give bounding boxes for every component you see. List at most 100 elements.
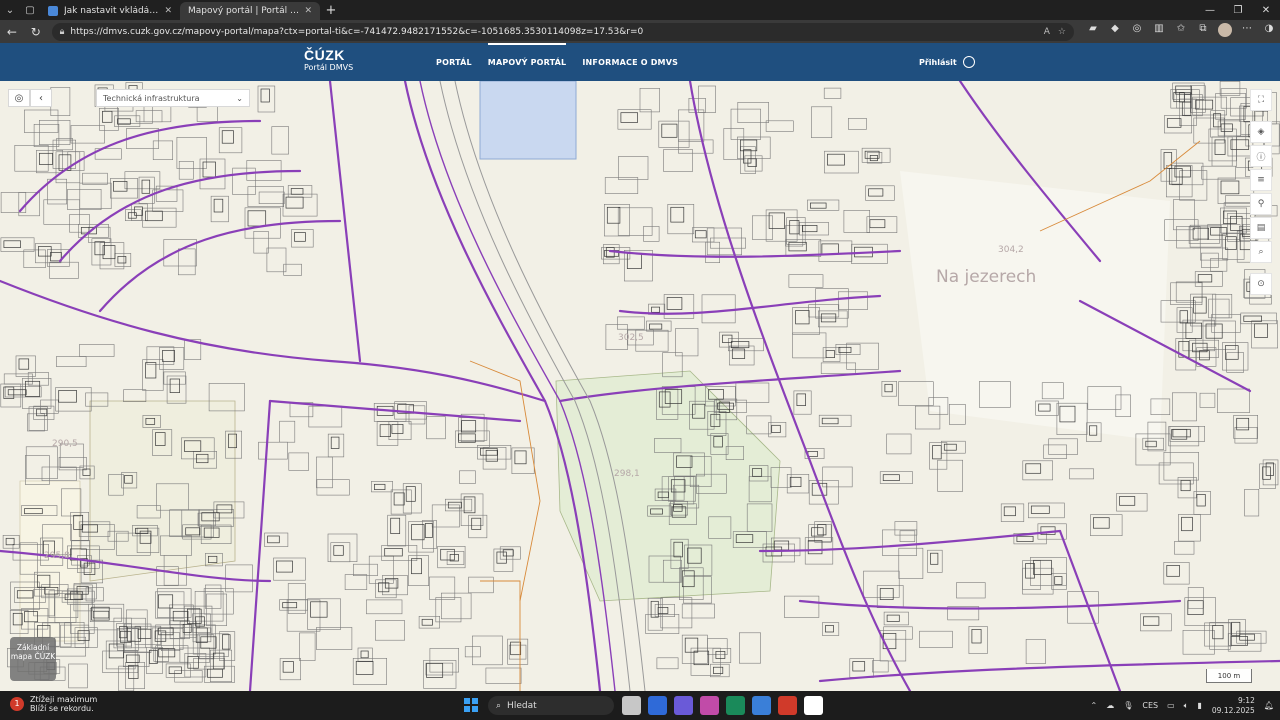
parcel	[663, 149, 693, 172]
collections-icon[interactable]: ⧉	[1192, 23, 1214, 40]
parcel	[618, 156, 649, 180]
chevron-up-icon[interactable]: ⌃	[1091, 701, 1098, 710]
login-button[interactable]: Přihlásit	[919, 43, 975, 81]
more-menu-icon[interactable]: ⋯	[1236, 23, 1258, 40]
parcel	[1048, 438, 1078, 455]
login-label: Přihlásit	[919, 57, 957, 67]
parcel	[316, 627, 353, 650]
building	[471, 517, 482, 530]
layers-icon[interactable]: ◈	[1250, 121, 1272, 143]
building	[1003, 506, 1016, 517]
parcel	[646, 320, 672, 332]
building	[355, 660, 374, 675]
building	[496, 551, 507, 564]
notifications-icon[interactable]: 🔔︎	[1264, 701, 1274, 710]
parcel	[1236, 630, 1267, 644]
building	[694, 230, 707, 239]
browser-tab-2[interactable]: Mapový portál | Portál DMVS (ČÚ ✕	[180, 2, 320, 20]
minimize-icon[interactable]: —	[1196, 5, 1224, 16]
teams-icon[interactable]	[674, 696, 693, 715]
clock[interactable]: 9:12 09.12.2025	[1212, 696, 1255, 716]
extension-icon[interactable]: ▰	[1082, 23, 1104, 40]
favorites-icon[interactable]: ✩	[1170, 23, 1192, 40]
battery-icon[interactable]: ▮	[1197, 701, 1201, 710]
building	[1220, 123, 1233, 132]
favorite-star-icon[interactable]: ☆	[1058, 27, 1066, 37]
building	[58, 390, 77, 403]
building	[930, 552, 939, 565]
tab-2-close-icon[interactable]: ✕	[304, 6, 312, 16]
app-icon[interactable]	[752, 696, 771, 715]
current-location-icon[interactable]: ⊙	[1250, 273, 1272, 295]
copilot-icon[interactable]: ◑	[1258, 23, 1280, 40]
address-bar[interactable]: 🔒︎ https://dmvs.cuzk.gov.cz/mapovy-porta…	[51, 22, 1074, 41]
tab-1-close-icon[interactable]: ✕	[164, 6, 172, 16]
back-icon[interactable]: ←	[0, 25, 24, 39]
building	[128, 664, 139, 679]
edge-icon[interactable]	[726, 696, 745, 715]
building	[1181, 516, 1193, 532]
parcel	[352, 657, 388, 685]
legend-icon[interactable]: ≡	[1250, 169, 1272, 191]
nav-portal[interactable]: PORTÁL	[436, 43, 472, 81]
extensions-puzzle-icon[interactable]: ◆	[1104, 23, 1126, 40]
building	[666, 297, 683, 310]
parcel	[1172, 392, 1197, 422]
app-icon[interactable]	[700, 696, 719, 715]
parcel	[353, 563, 378, 577]
onedrive-icon[interactable]: ☁	[1106, 701, 1114, 710]
language-indicator[interactable]: CES	[1142, 701, 1158, 710]
browser-essentials-icon[interactable]: ◎	[1126, 23, 1148, 40]
map-right-toolbar: ⛶ ◈ ⓘ ≡ ⚲ ▤ ⌕ ⊙	[1250, 89, 1272, 297]
parcel	[807, 199, 840, 211]
building	[852, 661, 866, 672]
parcel	[22, 377, 52, 409]
network-icon[interactable]: ▭	[1167, 701, 1175, 710]
google-icon[interactable]	[804, 696, 823, 715]
nav-mapovy-portal[interactable]: MAPOVÝ PORTÁL	[487, 43, 567, 81]
read-aloud-icon[interactable]: A	[1044, 27, 1050, 37]
parcel	[643, 226, 660, 242]
building	[310, 601, 328, 618]
outlook-icon[interactable]	[648, 696, 667, 715]
browser-tab-1[interactable]: Jak nastavit vkládání vektorových ✕	[40, 2, 180, 20]
basemap-switch-button[interactable]: Základní mapa ČÚZK	[10, 637, 56, 681]
maximize-icon[interactable]: ❐	[1224, 5, 1252, 16]
parcel	[783, 595, 820, 618]
taskbar-search[interactable]: ⌕ Hledat	[488, 696, 614, 715]
refresh-icon[interactable]: ↻	[24, 25, 48, 39]
cuzk-logo[interactable]: ČÚZK Portál DMVS	[304, 48, 364, 76]
locate-icon[interactable]: ◎	[8, 89, 30, 107]
parcel	[822, 622, 840, 636]
weather-widget[interactable]: 1 Ztížeji maximum Blíží se rekordu.	[10, 695, 97, 713]
parcel	[446, 551, 465, 565]
profile-avatar[interactable]	[1214, 23, 1236, 40]
parcel	[730, 108, 761, 140]
building	[795, 310, 810, 325]
fullscreen-icon[interactable]: ⛶	[1250, 89, 1272, 111]
task-view-icon[interactable]	[622, 696, 641, 715]
close-window-icon[interactable]: ✕	[1252, 5, 1280, 16]
building	[713, 666, 724, 674]
microphone-icon[interactable]: 🎙︎	[1123, 701, 1133, 710]
search-map-icon[interactable]: ⌕	[1250, 241, 1272, 263]
workspaces-icon[interactable]: ▢	[20, 0, 40, 20]
parcel	[426, 416, 446, 440]
table-icon[interactable]: ▤	[1250, 217, 1272, 239]
new-tab-button[interactable]: +	[320, 3, 342, 18]
nav-informace[interactable]: INFORMACE O DMVS	[582, 43, 678, 81]
location-pin-icon[interactable]: ⚲	[1250, 193, 1272, 215]
collapse-panel-icon[interactable]: ‹	[30, 89, 52, 107]
windows-start-icon[interactable]	[464, 698, 478, 712]
info-icon[interactable]: ⓘ	[1250, 145, 1272, 167]
tab-list-chevron-icon[interactable]: ⌄	[0, 0, 20, 20]
acrobat-icon[interactable]	[778, 696, 797, 715]
layer-select[interactable]: Technická infrastruktura ⌄	[96, 89, 250, 107]
parcel	[678, 139, 714, 154]
split-screen-icon[interactable]: ▥	[1148, 23, 1170, 40]
building	[825, 625, 834, 633]
parcel	[1069, 468, 1094, 480]
volume-icon[interactable]: 🔈︎	[1184, 701, 1189, 711]
map-canvas[interactable]: Na jezerech 302,5 304,2 290,5 295,8 298,…	[0, 81, 1280, 691]
parcel	[287, 583, 306, 614]
